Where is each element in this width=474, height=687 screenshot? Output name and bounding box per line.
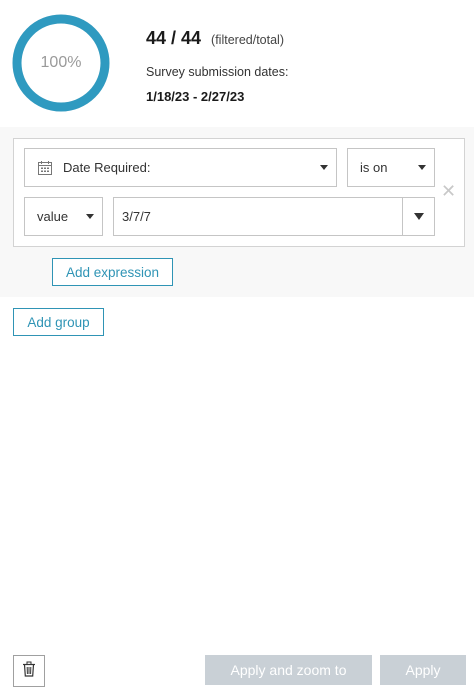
progress-ring: 100% xyxy=(12,14,110,112)
add-group-button[interactable]: Add group xyxy=(13,308,104,336)
filter-group: Date Required: is on value 3/7/7 ✕ Add e… xyxy=(0,127,474,297)
trash-icon xyxy=(22,661,36,682)
add-expression-button[interactable]: Add expression xyxy=(52,258,173,286)
operator-select-label: is on xyxy=(360,160,388,175)
chevron-down-icon xyxy=(320,165,328,170)
field-select[interactable]: Date Required: xyxy=(24,148,337,187)
dates-label: Survey submission dates: xyxy=(146,65,289,79)
count-note: (filtered/total) xyxy=(211,33,284,47)
date-picker-toggle[interactable] xyxy=(402,198,434,235)
progress-percent: 100% xyxy=(40,54,82,71)
date-value-text: 3/7/7 xyxy=(122,209,151,224)
date-value-input[interactable]: 3/7/7 xyxy=(113,197,435,236)
apply-button[interactable]: Apply xyxy=(380,655,466,685)
calendar-icon xyxy=(37,160,53,176)
delete-button[interactable] xyxy=(13,655,45,687)
value-type-label: value xyxy=(37,209,69,224)
filter-stats: 44 / 44 (filtered/total) Survey submissi… xyxy=(146,28,288,104)
filtered-count: 44 / 44 xyxy=(146,28,202,48)
chevron-down-icon xyxy=(418,165,426,170)
dates-value: 1/18/23 - 2/27/23 xyxy=(146,89,245,104)
filter-expression: Date Required: is on value 3/7/7 xyxy=(13,138,465,247)
value-type-select[interactable]: value xyxy=(24,197,103,236)
operator-select[interactable]: is on xyxy=(347,148,435,187)
apply-and-zoom-button[interactable]: Apply and zoom to xyxy=(205,655,372,685)
chevron-down-icon xyxy=(86,214,94,219)
triangle-down-icon xyxy=(413,213,424,220)
field-select-label: Date Required: xyxy=(63,160,151,175)
close-icon[interactable]: ✕ xyxy=(441,182,456,200)
